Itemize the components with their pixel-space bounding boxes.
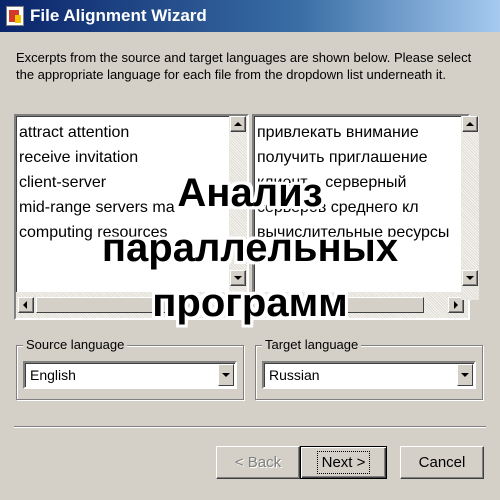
source-list-item[interactable]: attract attention: [18, 120, 175, 145]
button-separator: [14, 426, 486, 428]
app-icon[interactable]: [6, 6, 24, 26]
cancel-button-label: Cancel: [418, 454, 466, 471]
title-bar[interactable]: File Alignment Wizard: [0, 0, 500, 32]
source-language-dropdown-button[interactable]: [218, 364, 234, 386]
target-language-legend: Target language: [262, 337, 362, 353]
instructions-text: Excerpts from the source and target lang…: [16, 50, 472, 82]
overlay-caption-line: Анализ: [177, 171, 323, 215]
scroll-up-button[interactable]: [230, 116, 246, 132]
source-language-legend: Source language: [23, 337, 128, 353]
next-button-label: Next >: [316, 451, 371, 474]
next-button[interactable]: Next >: [300, 446, 387, 479]
app-icon-glyph-accent: [15, 15, 21, 23]
overlay-caption-line: параллельных: [101, 226, 399, 270]
overlay-caption-line: программ: [152, 281, 348, 325]
back-button[interactable]: < Back: [216, 446, 300, 479]
target-language-dropdown-button[interactable]: [457, 364, 473, 386]
target-list-item[interactable]: привлекать внимание: [256, 120, 449, 145]
wizard-window: File Alignment Wizard Excerpts from the …: [0, 0, 500, 500]
chevron-down-icon: [222, 373, 230, 377]
source-language-value: English: [30, 367, 76, 383]
cancel-button[interactable]: Cancel: [400, 446, 484, 479]
source-language-select[interactable]: English: [23, 361, 237, 389]
source-language-group: Source language English: [16, 337, 244, 400]
back-button-label: < Back: [234, 454, 282, 471]
chevron-down-icon: [461, 373, 469, 377]
target-language-group: Target language Russian: [255, 337, 483, 400]
window-title: File Alignment Wizard: [30, 6, 207, 25]
arrow-up-icon: [234, 122, 242, 126]
target-language-value: Russian: [269, 367, 320, 383]
arrow-up-icon: [466, 122, 474, 126]
target-language-select[interactable]: Russian: [262, 361, 476, 389]
overlay-caption: Анализ параллельных программ: [0, 166, 500, 331]
scroll-up-button[interactable]: [462, 116, 478, 132]
